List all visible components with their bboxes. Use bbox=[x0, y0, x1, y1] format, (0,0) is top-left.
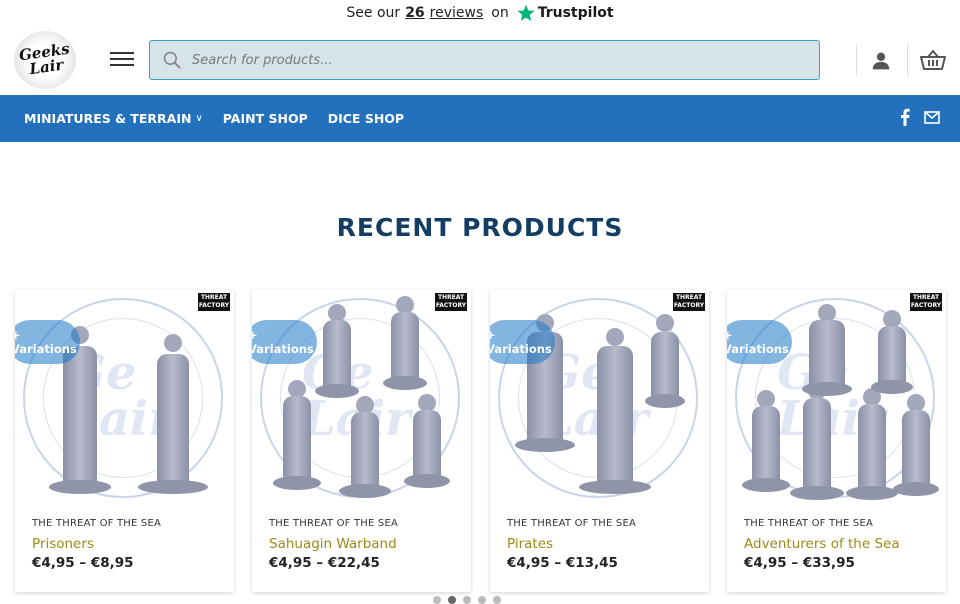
reviews-count-link[interactable]: 26 bbox=[405, 5, 424, 21]
product-price: €4,95 – €8,95 bbox=[32, 555, 134, 571]
product-card[interactable]: GeLair bbox=[727, 290, 946, 592]
envelope-icon[interactable] bbox=[924, 110, 940, 124]
carousel-dot[interactable] bbox=[433, 596, 441, 604]
variations-button[interactable]: + Variations bbox=[252, 320, 317, 364]
product-image[interactable]: Ge Lair THREAT FACTORY + Variations bbox=[490, 290, 709, 508]
product-category[interactable]: THE THREAT OF THE SEA bbox=[507, 518, 636, 529]
product-image[interactable]: Ge Lair THREAT FACTORY + Variations bbox=[15, 290, 234, 508]
brand-badge: THREAT FACTORY bbox=[198, 293, 230, 311]
logo-line-2: Lair bbox=[27, 55, 64, 79]
trustpilot-bar: See our 26 reviews on Trustpilot bbox=[0, 0, 960, 26]
carousel-dot[interactable] bbox=[463, 596, 471, 604]
product-name[interactable]: Prisoners bbox=[32, 536, 94, 552]
carousel-dot[interactable] bbox=[493, 596, 501, 604]
product-name[interactable]: Pirates bbox=[507, 536, 553, 552]
variations-button[interactable]: + Variations bbox=[15, 320, 80, 364]
main-nav: MINIATURES & TERRAIN ∨ PAINT SHOP DICE S… bbox=[0, 95, 960, 142]
reviews-on: on bbox=[491, 5, 509, 21]
user-icon[interactable] bbox=[868, 49, 894, 73]
nav-item-dice-shop[interactable]: DICE SHOP bbox=[328, 111, 404, 126]
menu-icon[interactable] bbox=[110, 49, 134, 69]
variations-button[interactable]: + Variations bbox=[490, 320, 555, 364]
site-logo[interactable]: Geeks Lair bbox=[14, 31, 76, 89]
product-category[interactable]: THE THREAT OF THE SEA bbox=[269, 518, 398, 529]
site-header: Geeks Lair bbox=[0, 26, 960, 95]
brand-badge: THREAT FACTORY bbox=[435, 293, 467, 311]
facebook-icon[interactable] bbox=[900, 108, 910, 126]
logo-text: Geeks Lair bbox=[18, 40, 72, 79]
product-category[interactable]: THE THREAT OF THE SEA bbox=[744, 518, 873, 529]
variations-button[interactable]: + Variations bbox=[727, 320, 792, 364]
carousel-dot[interactable] bbox=[478, 596, 486, 604]
section-title: RECENT PRODUCTS bbox=[336, 213, 624, 242]
product-card[interactable]: GeLair bbox=[252, 290, 471, 592]
brand-badge: THREAT FACTORY bbox=[910, 293, 942, 311]
product-price: €4,95 – €13,45 bbox=[507, 555, 618, 571]
product-card[interactable]: Ge Lair THREAT FACTORY + Variations THE T… bbox=[490, 290, 709, 592]
header-divider bbox=[856, 45, 857, 75]
search-input[interactable] bbox=[192, 52, 792, 68]
nav-item-miniatures-terrain[interactable]: MINIATURES & TERRAIN ∨ bbox=[24, 111, 203, 126]
product-image[interactable]: GeLair bbox=[727, 290, 946, 508]
nav-item-label: MINIATURES & TERRAIN bbox=[24, 111, 192, 126]
search-icon[interactable] bbox=[152, 50, 192, 70]
product-price: €4,95 – €22,45 bbox=[269, 555, 380, 571]
nav-item-label: DICE SHOP bbox=[327, 111, 405, 126]
trustpilot-logo[interactable]: Trustpilot bbox=[517, 4, 614, 22]
nav-item-label: PAINT SHOP bbox=[222, 111, 308, 126]
product-category[interactable]: THE THREAT OF THE SEA bbox=[32, 518, 161, 529]
social-links bbox=[886, 108, 940, 126]
product-image[interactable]: GeLair bbox=[252, 290, 471, 508]
reviews-prefix: See our bbox=[346, 5, 401, 21]
carousel-dot[interactable] bbox=[448, 596, 456, 604]
product-card[interactable]: Ge Lair THREAT FACTORY + Variations THE T… bbox=[15, 290, 234, 592]
brand-badge: THREAT FACTORY bbox=[673, 293, 705, 311]
product-name[interactable]: Sahuagin Warband bbox=[269, 536, 397, 552]
carousel-dots bbox=[433, 596, 508, 604]
basket-icon[interactable] bbox=[919, 47, 947, 73]
reviews-link[interactable]: reviews bbox=[430, 5, 484, 21]
header-divider bbox=[907, 45, 908, 75]
chevron-down-icon: ∨ bbox=[195, 113, 203, 124]
trustpilot-star-icon bbox=[517, 4, 535, 21]
search-bar bbox=[149, 40, 820, 80]
product-name[interactable]: Adventurers of the Sea bbox=[744, 536, 900, 552]
trustpilot-label: Trustpilot bbox=[537, 5, 614, 21]
product-grid: Ge Lair THREAT FACTORY + Variations THE T… bbox=[15, 290, 947, 592]
product-price: €4,95 – €33,95 bbox=[744, 555, 855, 571]
nav-item-paint-shop[interactable]: PAINT SHOP bbox=[223, 111, 308, 126]
